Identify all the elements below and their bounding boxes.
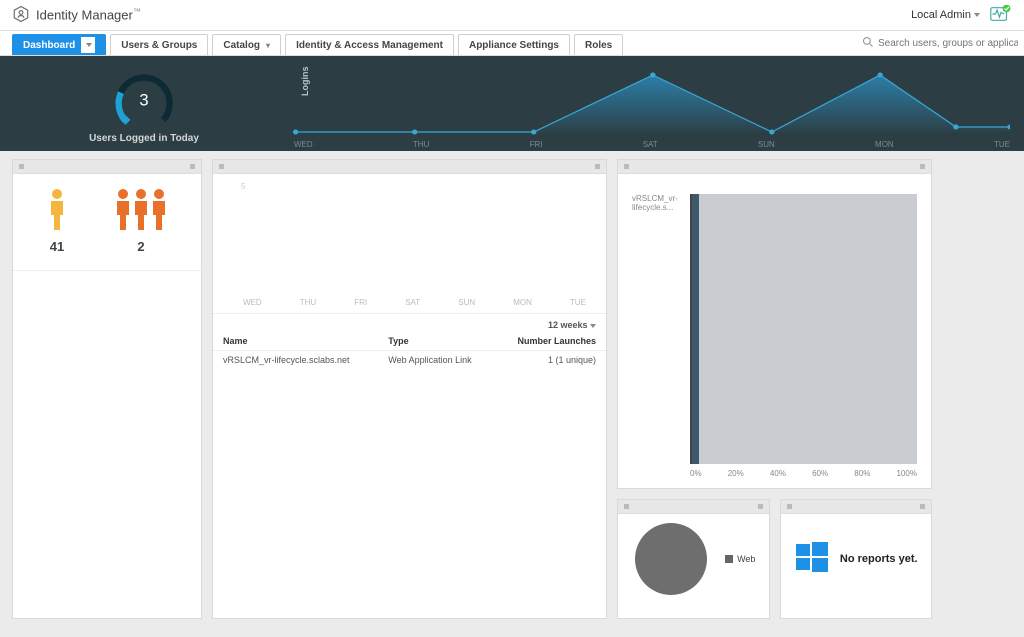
search-icon xyxy=(862,36,874,51)
health-icon[interactable] xyxy=(990,5,1012,26)
card-header[interactable] xyxy=(781,500,932,514)
users-card: 41 2 xyxy=(12,159,202,619)
navbar: Dashboard Users & Groups Catalog ▾ Ident… xyxy=(0,30,1024,56)
col-name[interactable]: Name xyxy=(213,332,378,351)
apps-card: 5 WEDTHU FRISAT SUNMON TUE 12 weeks Name… xyxy=(212,159,607,619)
brand: Identity Manager™ xyxy=(12,5,141,26)
bar-label: vRSLCM_vr-lifecycle.s... xyxy=(632,194,690,465)
x-ticks: WEDTHUFRI SATSUNMON TUE xyxy=(294,140,1010,149)
card-header[interactable] xyxy=(618,160,931,174)
bar-card: vRSLCM_vr-lifecycle.s... 0%20% 40%60% 80… xyxy=(617,159,932,489)
user-menu[interactable]: Local Admin xyxy=(911,9,980,21)
table-header: Name Type Number Launches xyxy=(213,332,606,351)
tab-identity-access[interactable]: Identity & Access Management xyxy=(285,34,454,55)
apps-mini-chart: 5 WEDTHU FRISAT SUNMON TUE xyxy=(213,174,606,314)
range-select[interactable]: 12 weeks xyxy=(213,314,606,332)
legend: Web xyxy=(725,554,755,564)
bar-canvas xyxy=(690,194,917,464)
search-wrap xyxy=(862,31,1024,55)
user-label: Local Admin xyxy=(911,9,971,21)
dashboard: 41 2 5 WEDTH xyxy=(0,151,1024,637)
chevron-down-icon xyxy=(974,13,980,17)
stat-users: 41 xyxy=(45,188,69,254)
search-input[interactable] xyxy=(878,38,1018,49)
gauge: 3 Users Logged in Today xyxy=(14,69,274,144)
person-icon xyxy=(45,188,69,232)
stat-users-count: 41 xyxy=(45,239,69,254)
bar-fill xyxy=(692,194,699,464)
logins-chart: WEDTHUFRI SATSUNMON TUE xyxy=(274,67,1010,147)
pie-card: Web xyxy=(617,499,770,619)
group-icon xyxy=(113,188,169,232)
card-header[interactable] xyxy=(618,500,769,514)
chevron-down-icon: ▾ xyxy=(266,41,270,50)
windows-icon xyxy=(794,540,830,579)
chevron-down-icon[interactable] xyxy=(81,37,95,53)
stat-groups: 2 xyxy=(113,188,169,254)
legend-swatch xyxy=(725,555,733,563)
brand-title: Identity Manager™ xyxy=(36,7,141,22)
card-header[interactable] xyxy=(213,160,606,174)
gauge-label: Users Logged in Today xyxy=(89,133,199,144)
tab-dashboard[interactable]: Dashboard xyxy=(12,34,106,55)
no-reports-text: No reports yet. xyxy=(840,553,918,565)
tab-appliance-settings[interactable]: Appliance Settings xyxy=(458,34,570,55)
card-header[interactable] xyxy=(13,160,201,174)
stat-groups-count: 2 xyxy=(113,239,169,254)
gauge-value: 3 xyxy=(139,90,148,109)
brand-icon xyxy=(12,5,30,26)
tab-roles[interactable]: Roles xyxy=(574,34,623,55)
bar-x-ticks: 0%20% 40%60% 80%100% xyxy=(618,465,931,488)
tab-users-groups[interactable]: Users & Groups xyxy=(110,34,208,55)
pie-icon xyxy=(631,519,711,599)
chevron-down-icon xyxy=(590,324,596,328)
table-row[interactable]: vRSLCM_vr-lifecycle.sclabs.net Web Appli… xyxy=(213,351,606,370)
col-launches[interactable]: Number Launches xyxy=(495,332,606,351)
tab-catalog[interactable]: Catalog ▾ xyxy=(212,34,281,55)
col-type[interactable]: Type xyxy=(378,332,495,351)
hero: 3 Users Logged in Today Logins WEDTHUFRI… xyxy=(0,56,1024,151)
reports-card: No reports yet. xyxy=(780,499,933,619)
apps-table: Name Type Number Launches vRSLCM_vr-life… xyxy=(213,332,606,369)
topbar: Identity Manager™ Local Admin xyxy=(0,0,1024,30)
